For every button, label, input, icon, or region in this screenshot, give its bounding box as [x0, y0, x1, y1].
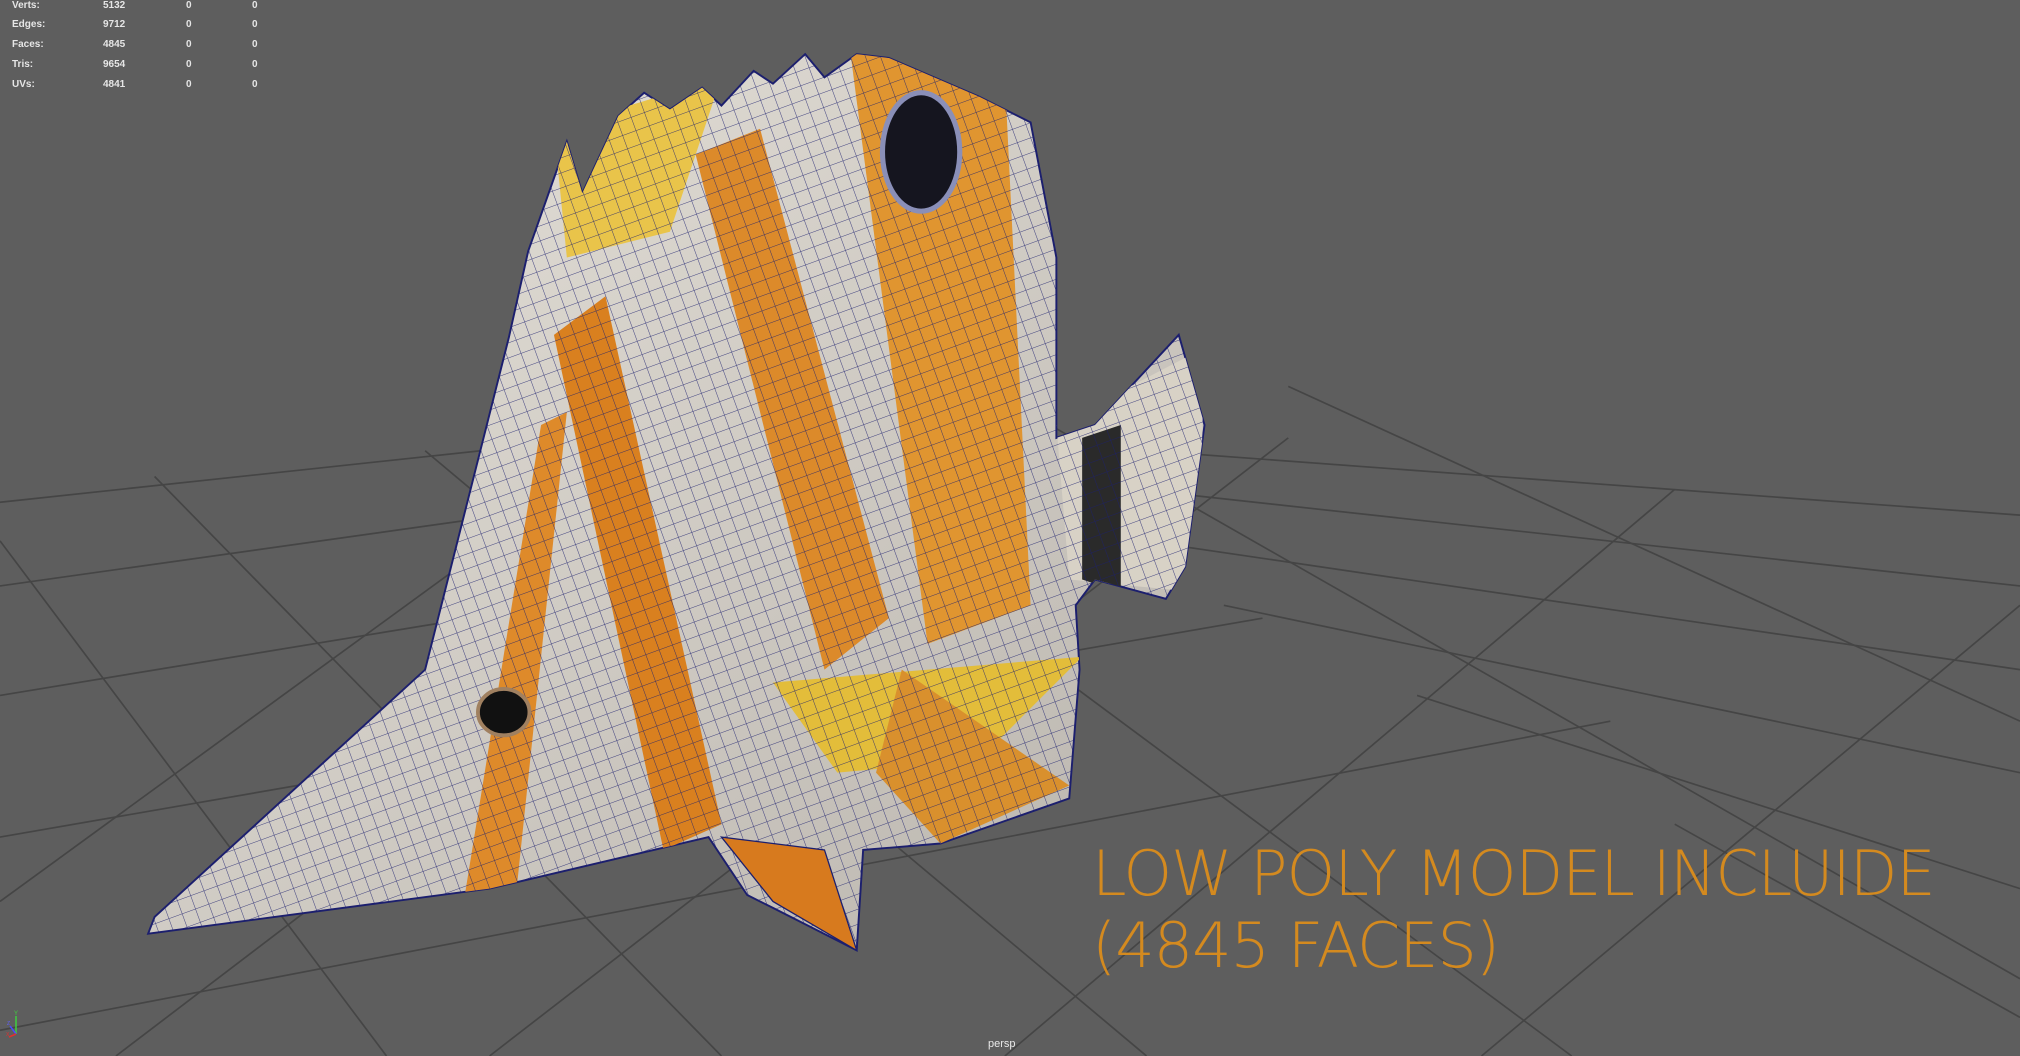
hud-label: Verts:: [12, 0, 40, 11]
hud-selected: 0: [186, 39, 192, 50]
hud-label: UVs:: [12, 79, 35, 90]
promo-overlay-text: LOW POLY MODEL INCLUIDE (4845 FACES): [1092, 837, 1936, 982]
hud-value: 4845: [103, 39, 126, 50]
camera-label: persp: [988, 1038, 1016, 1050]
hud-row-faces: Faces: 4845 0 0: [0, 39, 280, 59]
hud-component: 0: [252, 0, 258, 11]
hud-row-edges: Edges: 9712 0 0: [0, 19, 280, 39]
hud-component: 0: [252, 19, 258, 30]
hud-value: 5132: [103, 0, 126, 11]
hud-value: 4841: [103, 79, 126, 90]
promo-line-1: LOW POLY MODEL INCLUIDE: [1092, 837, 1936, 910]
hud-value: 9654: [103, 59, 126, 70]
hud-selected: 0: [186, 19, 192, 30]
hud-label: Edges:: [12, 19, 46, 30]
hud-row-tris: Tris: 9654 0 0: [0, 59, 280, 79]
hud-component: 0: [252, 39, 258, 50]
hud-selected: 0: [186, 0, 192, 11]
axis-z-label: Z: [7, 1021, 10, 1027]
hud-value: 9712: [103, 19, 126, 30]
eye-spot: [879, 90, 963, 214]
hud-row-verts: Verts: 5132 0 0: [0, 0, 280, 20]
hud-selected: 0: [186, 59, 192, 70]
hud-label: Tris:: [12, 59, 34, 70]
axis-y-label: Y: [14, 1011, 18, 1017]
hud-row-uvs: UVs: 4841 0 0: [0, 79, 280, 99]
hud-label: Faces:: [12, 39, 44, 50]
hud-component: 0: [252, 79, 258, 90]
promo-line-2: (4845 FACES): [1092, 909, 1500, 982]
hud-component: 0: [252, 59, 258, 70]
3d-viewport[interactable]: Verts: 5132 0 0 Edges: 9712 0 0 Faces: 4845 0 0 T…: [0, 0, 2020, 1056]
axis-gizmo-icon: Y Z X: [6, 1011, 18, 1038]
hud-selected: 0: [186, 79, 192, 90]
fish-eye: [476, 687, 532, 738]
